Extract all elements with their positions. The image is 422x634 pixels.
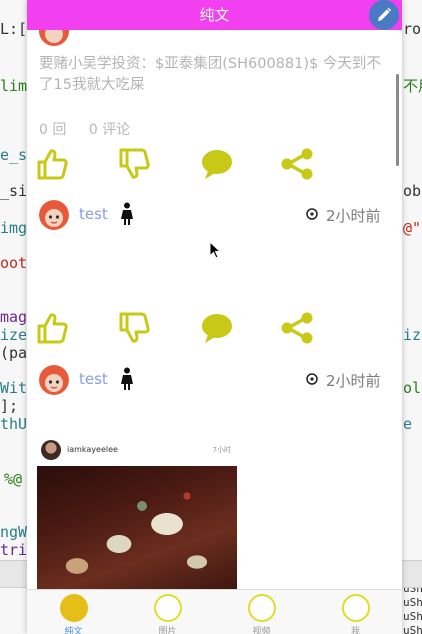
tab-video[interactable]: 视频 xyxy=(215,590,308,634)
tab-me[interactable]: 我 xyxy=(309,590,402,634)
post-text: 要赌小吴学投资：$亚泰集团(SH600881)$ 今天到不了15我就大吃屎 xyxy=(39,56,381,93)
code-line: oot xyxy=(0,254,28,272)
post-image-card[interactable]: iamkayeelee 7小时 xyxy=(37,436,237,590)
clock-icon xyxy=(306,373,318,385)
image-time: 7小时 xyxy=(212,446,231,454)
tab-label: 纯文 xyxy=(64,627,83,634)
code-line: ngW xyxy=(0,523,28,541)
female-icon xyxy=(121,202,133,225)
like-count: 0 回 xyxy=(39,122,67,138)
profile-icon xyxy=(341,594,370,622)
thumbs-down-icon[interactable] xyxy=(118,147,152,181)
code-line: uSh xyxy=(403,624,422,634)
tab-images[interactable]: 图片 xyxy=(121,590,214,634)
user-row[interactable]: test 2小时前 xyxy=(27,200,402,234)
code-line: ro xyxy=(403,20,422,38)
action-row xyxy=(27,309,402,349)
avatar xyxy=(39,200,69,230)
nav-title: 纯文 xyxy=(199,6,230,24)
comment-icon[interactable] xyxy=(200,147,234,181)
document-icon xyxy=(59,594,88,622)
code-line: @" xyxy=(403,219,422,237)
scrollbar[interactable] xyxy=(396,74,399,166)
share-icon[interactable] xyxy=(280,311,314,345)
code-line: %@ xyxy=(4,470,23,488)
share-icon[interactable] xyxy=(280,147,314,181)
comment-icon[interactable] xyxy=(200,311,234,345)
pencil-icon xyxy=(378,7,392,21)
mouse-cursor-icon xyxy=(209,241,221,259)
image-icon xyxy=(153,594,182,622)
tab-label: 我 xyxy=(350,627,360,634)
username[interactable]: test xyxy=(79,370,108,388)
female-icon xyxy=(121,367,133,390)
post-stats: 0 回 0 评论 xyxy=(39,119,148,139)
code-line: ]; xyxy=(0,397,19,415)
tab-bar: 纯文 图片 视频 我 xyxy=(27,589,402,634)
user-row[interactable]: test 2小时前 xyxy=(27,365,402,399)
code-line: obj xyxy=(403,182,422,200)
action-row xyxy=(27,145,402,185)
tab-label: 图片 xyxy=(158,627,177,634)
thumbs-up-icon[interactable] xyxy=(36,147,70,181)
clock-icon xyxy=(306,208,318,220)
screen: L:[N lima e_s _siz img oot mage ize (pat… xyxy=(0,0,422,634)
code-line: e xyxy=(403,415,413,433)
play-icon xyxy=(247,594,276,622)
code-line: 不用控 xyxy=(403,77,422,95)
navigation-bar: 纯文 xyxy=(27,0,402,30)
feed-list[interactable]: 要赌小吴学投资：$亚泰集团(SH600881)$ 今天到不了15我就大吃屎 0 … xyxy=(27,30,402,590)
code-line: img xyxy=(0,219,28,237)
tab-label: 视频 xyxy=(252,627,271,634)
code-line: ol xyxy=(403,379,422,397)
image-author-name: iamkayeelee xyxy=(67,445,118,454)
comment-count: 0 评论 xyxy=(88,122,131,138)
post-time: 2小时前 xyxy=(326,372,381,390)
edit-button[interactable] xyxy=(369,0,399,30)
code-line: e_s xyxy=(0,146,28,164)
thumbs-down-icon[interactable] xyxy=(118,311,152,345)
food-photo[interactable] xyxy=(37,466,237,590)
post-time: 2小时前 xyxy=(326,207,381,225)
avatar xyxy=(39,365,69,395)
code-line: ize xyxy=(403,326,422,344)
username[interactable]: test xyxy=(79,205,108,223)
simulator-app: 纯文 要赌小吴学投资：$亚泰集团(SH600881)$ 今天到不了15我就大吃屎… xyxy=(27,0,402,634)
thumbs-up-icon[interactable] xyxy=(36,311,70,345)
code-line: ize xyxy=(0,326,28,344)
avatar xyxy=(39,30,69,46)
image-author-avatar xyxy=(41,440,61,460)
tab-text[interactable]: 纯文 xyxy=(27,590,120,634)
